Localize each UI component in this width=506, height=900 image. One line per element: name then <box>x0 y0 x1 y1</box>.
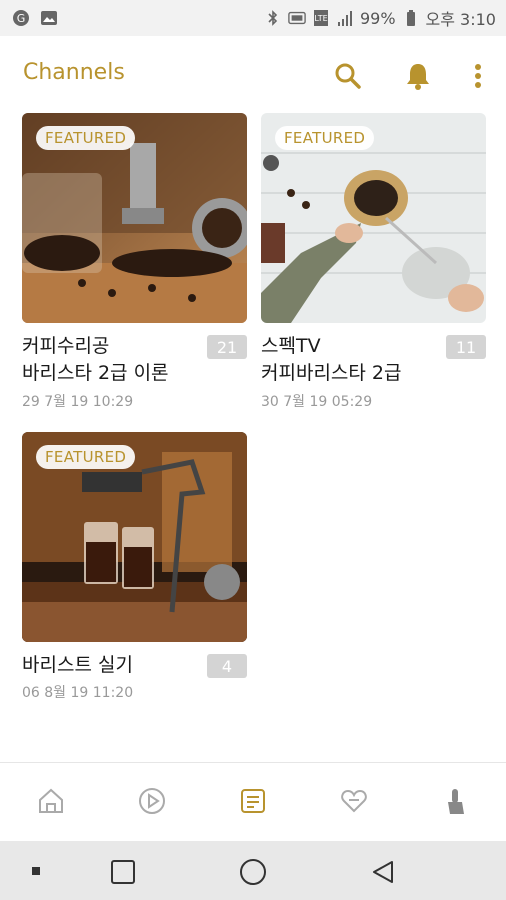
svg-text:LTE: LTE <box>314 14 327 23</box>
page-title: Channels <box>23 60 125 85</box>
featured-badge: FEATURED <box>275 126 375 150</box>
featured-badge: FEATURED <box>36 126 136 150</box>
image-notification-icon <box>41 11 57 25</box>
touch-icon <box>448 789 465 814</box>
square-icon <box>111 860 135 884</box>
channel-card[interactable]: FEATURED 스펙TV 커피바리스타 2급 11 30 7월 19 05:2… <box>261 113 486 410</box>
channel-date: 30 7월 19 05:29 <box>261 394 373 410</box>
channel-title-line2: 커피바리스타 2급 <box>261 362 402 384</box>
bell-icon <box>407 64 429 90</box>
channel-title: 스펙TV 커피바리스타 2급 <box>261 333 436 387</box>
channel-thumbnail[interactable]: FEATURED <box>22 432 247 642</box>
battery-percent: 99% <box>359 8 396 28</box>
home-system-button[interactable] <box>238 857 268 887</box>
item-count-badge: 21 <box>207 335 247 359</box>
search-button[interactable] <box>328 56 368 96</box>
nav-home[interactable] <box>26 776 76 826</box>
recents-button[interactable] <box>108 857 138 887</box>
recent-notifications-button[interactable] <box>30 865 42 877</box>
channel-date: 29 7월 19 10:29 <box>22 394 134 410</box>
heart-icon <box>341 789 367 813</box>
small-square-icon <box>32 867 40 875</box>
channel-title: 바리스트 실기 <box>22 652 197 679</box>
home-icon <box>38 788 63 813</box>
status-time: 오후 3:10 <box>425 10 496 29</box>
channel-title-line1: 스펙TV <box>261 335 321 357</box>
featured-badge: FEATURED <box>36 445 136 469</box>
channel-card[interactable]: FEATURED 바리스트 실기 4 06 8월 19 11:20 <box>22 432 247 701</box>
notifications-button[interactable] <box>398 56 438 96</box>
nav-videos[interactable] <box>127 776 177 826</box>
channel-title-line1: 커피수리공 <box>22 335 110 357</box>
app-notification-icon: G <box>13 10 29 26</box>
nfc-icon <box>288 11 306 25</box>
nav-favorites[interactable] <box>329 776 379 826</box>
item-count-badge: 4 <box>207 654 247 678</box>
back-button[interactable] <box>368 857 398 887</box>
back-triangle-icon <box>373 861 393 883</box>
channels-icon <box>240 789 265 813</box>
channel-card[interactable]: FEATURED 커피수리공 바리스타 2급 이론 21 29 7월 19 10… <box>22 113 247 410</box>
play-icon <box>138 788 165 814</box>
search-icon <box>335 63 361 89</box>
svg-text:G: G <box>17 12 26 25</box>
bluetooth-icon <box>268 10 278 26</box>
data-icon: LTE <box>313 10 328 26</box>
circle-icon <box>240 859 266 885</box>
battery-icon <box>406 10 415 26</box>
more-options-button[interactable] <box>468 56 488 96</box>
signal-icon <box>337 11 352 26</box>
channel-date: 06 8월 19 11:20 <box>22 685 134 701</box>
bottom-nav <box>0 762 506 839</box>
channel-title-line2: 바리스타 2급 이론 <box>22 362 169 384</box>
app-bar: Channels <box>0 36 506 114</box>
item-count-badge: 11 <box>446 335 486 359</box>
channel-title-line1: 바리스트 실기 <box>22 654 133 676</box>
channel-thumbnail[interactable]: FEATURED <box>261 113 486 323</box>
channel-thumbnail[interactable]: FEATURED <box>22 113 247 323</box>
status-bar: G LTE 99% 오후 3:10 <box>0 0 506 36</box>
more-vert-icon <box>475 64 481 88</box>
nav-channels[interactable] <box>228 776 278 826</box>
system-nav-bar <box>0 841 506 900</box>
channel-title: 커피수리공 바리스타 2급 이론 <box>22 333 197 387</box>
nav-touch[interactable] <box>430 776 480 826</box>
